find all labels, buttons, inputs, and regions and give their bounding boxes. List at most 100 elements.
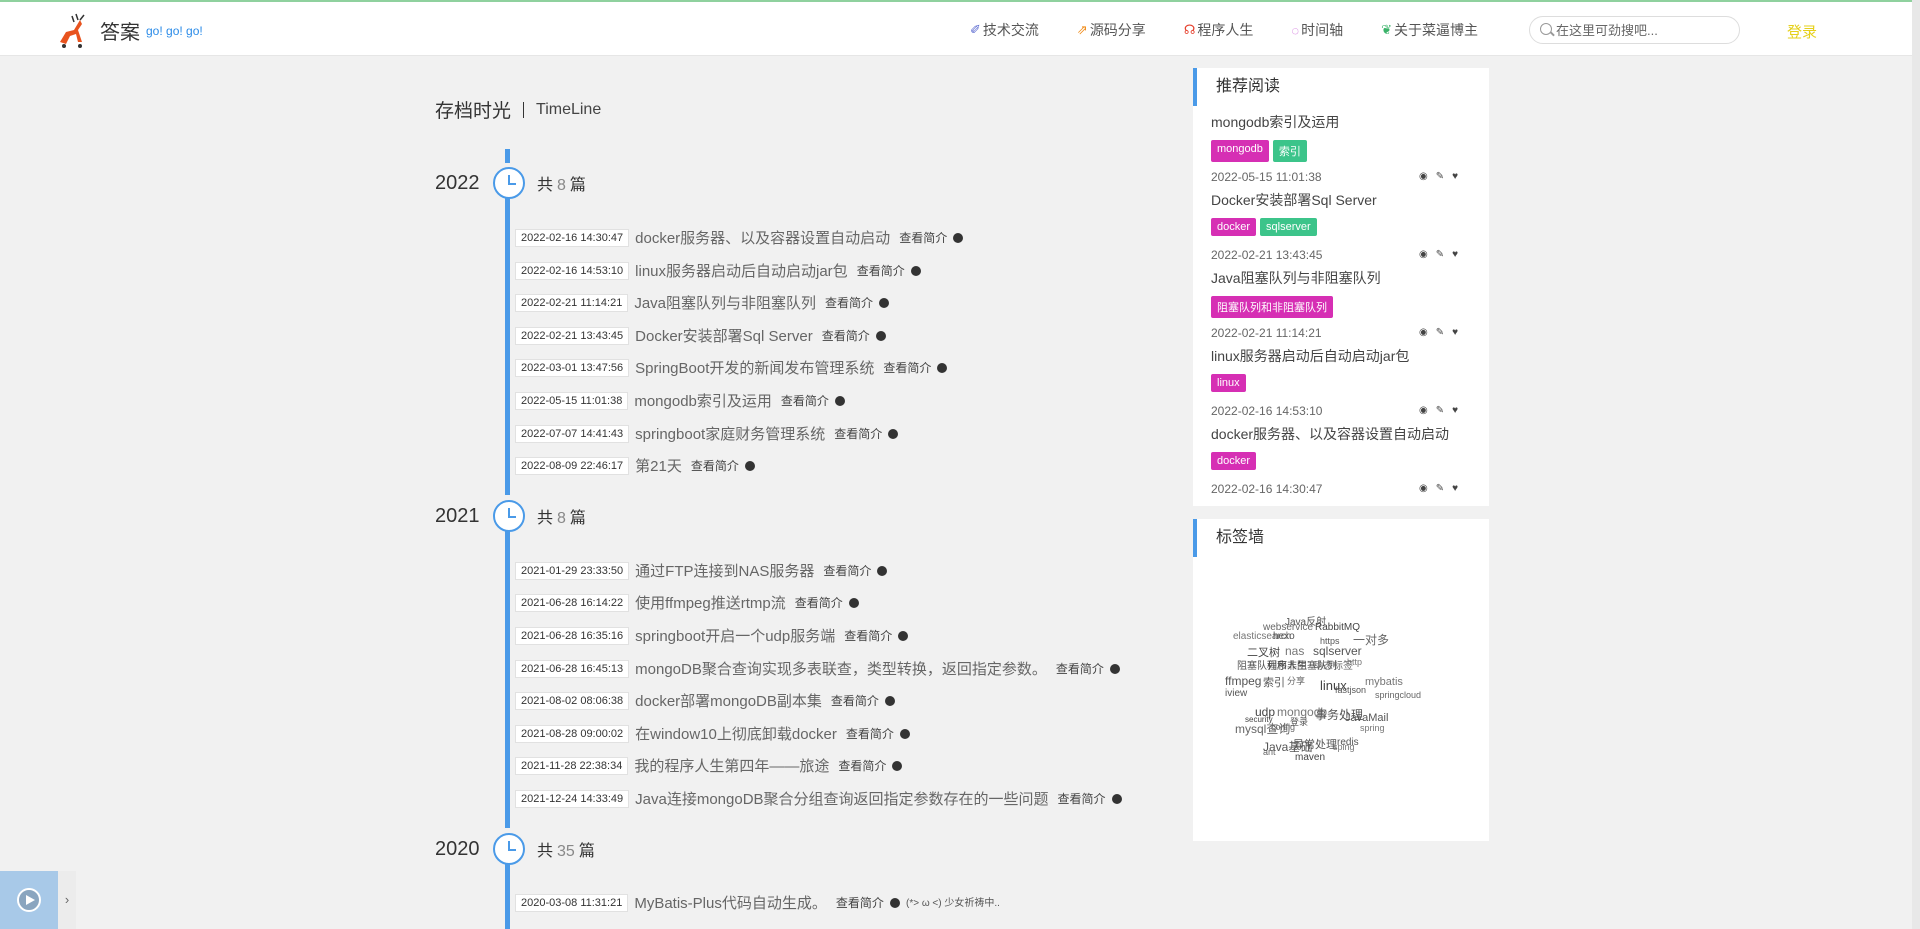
view-summary-link[interactable]: 查看简介 bbox=[834, 425, 882, 442]
view-summary-link[interactable]: 查看简介 bbox=[883, 359, 931, 376]
view-summary-link[interactable]: 查看简介 bbox=[844, 627, 892, 644]
tag[interactable]: docker bbox=[1211, 218, 1257, 236]
post-title-link[interactable]: SpringBoot开发的新闻发布管理系统 bbox=[635, 357, 874, 378]
nav-item-about[interactable]: ❦ 关于菜逼博主 bbox=[1381, 20, 1478, 40]
eye-icon[interactable]: ◉ bbox=[1419, 171, 1428, 182]
expand-dot-icon[interactable] bbox=[910, 265, 921, 276]
tag[interactable]: linux bbox=[1211, 374, 1246, 392]
cloud-tag[interactable]: sqlserver bbox=[1313, 644, 1362, 658]
post-title-link[interactable]: mongoDB聚合查询实现多表联查，类型转换，返回指定参数。 bbox=[635, 658, 1047, 679]
cloud-tag[interactable]: maven bbox=[1295, 752, 1325, 763]
tag[interactable]: sqlserver bbox=[1260, 218, 1317, 236]
cloud-tag[interactable]: 程序人生 bbox=[1267, 657, 1307, 672]
view-summary-link[interactable]: 查看简介 bbox=[836, 894, 884, 911]
view-summary-link[interactable]: 查看简介 bbox=[823, 562, 871, 579]
view-summary-link[interactable]: 查看简介 bbox=[1058, 790, 1106, 807]
expand-dot-icon[interactable] bbox=[888, 428, 899, 439]
heart-icon[interactable]: ♥ bbox=[1452, 327, 1458, 338]
post-title-link[interactable]: Java连接mongoDB聚合分组查询返回指定参数存在的一些问题 bbox=[635, 788, 1048, 809]
expand-dot-icon[interactable] bbox=[1109, 663, 1120, 674]
scrollbar[interactable] bbox=[1912, 0, 1920, 929]
post-title-link[interactable]: docker部署mongoDB副本集 bbox=[635, 690, 822, 711]
cloud-tag[interactable]: ffmpeg bbox=[1225, 674, 1261, 688]
recommend-item-title[interactable]: Java阻塞队列与非阻塞队列 bbox=[1211, 268, 1481, 288]
expand-dot-icon[interactable] bbox=[744, 460, 755, 471]
search-input[interactable] bbox=[1556, 20, 1731, 40]
eye-icon[interactable]: ◉ bbox=[1419, 249, 1428, 260]
cloud-tag[interactable]: iview bbox=[1225, 688, 1247, 699]
nav-item-life[interactable]: ☊ 程序人生 bbox=[1184, 20, 1254, 40]
cloud-tag[interactable]: ant bbox=[1263, 747, 1276, 757]
view-summary-link[interactable]: 查看简介 bbox=[795, 594, 843, 611]
cloud-tag[interactable]: 分享 bbox=[1287, 674, 1305, 687]
login-link[interactable]: 登录 bbox=[1787, 21, 1817, 42]
tag[interactable]: 索引 bbox=[1272, 140, 1307, 162]
cloud-tag[interactable]: 异常处理 bbox=[1293, 736, 1337, 752]
post-title-link[interactable]: linux服务器启动后自动启动jar包 bbox=[635, 260, 848, 281]
heart-icon[interactable]: ♥ bbox=[1452, 483, 1458, 494]
expand-dot-icon[interactable] bbox=[937, 362, 948, 373]
post-title-link[interactable]: 我的程序人生第四年——旅途 bbox=[634, 755, 829, 776]
cloud-tag[interactable]: mybatis bbox=[1365, 676, 1403, 688]
nav-item-timeline[interactable]: ◌ 时间轴 bbox=[1291, 20, 1343, 40]
cloud-tag[interactable]: springcloud bbox=[1375, 690, 1421, 700]
post-title-link[interactable]: springboot家庭财务管理系统 bbox=[635, 423, 825, 444]
post-title-link[interactable]: 第21天 bbox=[635, 455, 682, 476]
deer-logo-icon[interactable] bbox=[52, 12, 90, 50]
play-icon[interactable] bbox=[17, 888, 41, 912]
post-title-link[interactable]: springboot开启一个udp服务端 bbox=[635, 625, 835, 646]
cloud-tag[interactable]: nas bbox=[1285, 644, 1304, 658]
edit-icon[interactable]: ✎ bbox=[1436, 483, 1444, 494]
eye-icon[interactable]: ◉ bbox=[1419, 327, 1428, 338]
recommend-item-title[interactable]: docker服务器、以及容器设置自动启动 bbox=[1211, 424, 1481, 444]
heart-icon[interactable]: ♥ bbox=[1452, 171, 1458, 182]
expand-dot-icon[interactable] bbox=[877, 565, 888, 576]
recommend-item-title[interactable]: mongodb索引及运用 bbox=[1211, 112, 1481, 132]
expand-dot-icon[interactable] bbox=[953, 232, 964, 243]
cloud-tag[interactable]: http bbox=[1347, 657, 1362, 667]
post-title-link[interactable]: 在window10上彻底卸载docker bbox=[635, 723, 837, 744]
heart-icon[interactable]: ♥ bbox=[1452, 405, 1458, 416]
expand-dot-icon[interactable] bbox=[892, 760, 903, 771]
cloud-tag[interactable]: fastjson bbox=[1335, 685, 1366, 695]
search-icon[interactable] bbox=[1540, 23, 1552, 35]
post-title-link[interactable]: Docker安装部署Sql Server bbox=[635, 325, 813, 346]
post-title-link[interactable]: mongodb索引及运用 bbox=[634, 390, 772, 411]
cloud-tag[interactable]: hexo bbox=[1273, 631, 1295, 642]
eye-icon[interactable]: ◉ bbox=[1419, 405, 1428, 416]
post-title-link[interactable]: 通过FTP连接到NAS服务器 bbox=[635, 560, 814, 581]
edit-icon[interactable]: ✎ bbox=[1436, 249, 1444, 260]
tag[interactable]: mongodb bbox=[1211, 140, 1269, 162]
edit-icon[interactable]: ✎ bbox=[1436, 171, 1444, 182]
expand-dot-icon[interactable] bbox=[879, 297, 890, 308]
expand-dot-icon[interactable] bbox=[834, 395, 845, 406]
view-summary-link[interactable]: 查看简介 bbox=[781, 392, 829, 409]
eye-icon[interactable]: ◉ bbox=[1419, 483, 1428, 494]
view-summary-link[interactable]: 查看简介 bbox=[846, 725, 894, 742]
expand-dot-icon[interactable] bbox=[875, 330, 886, 341]
brand-name[interactable]: 答案 bbox=[100, 16, 140, 45]
edit-icon[interactable]: ✎ bbox=[1436, 327, 1444, 338]
view-summary-link[interactable]: 查看简介 bbox=[1056, 660, 1104, 677]
view-summary-link[interactable]: 查看简介 bbox=[899, 229, 947, 246]
cloud-tag[interactable]: 索引 bbox=[1263, 674, 1285, 690]
nav-item-source[interactable]: ⇗ 源码分享 bbox=[1077, 20, 1146, 40]
post-title-link[interactable]: docker服务器、以及容器设置自动启动 bbox=[635, 227, 890, 248]
expand-dot-icon[interactable] bbox=[884, 695, 895, 706]
expand-dot-icon[interactable] bbox=[898, 630, 909, 641]
recommend-item-title[interactable]: linux服务器启动后自动启动jar包 bbox=[1211, 346, 1481, 366]
view-summary-link[interactable]: 查看简介 bbox=[691, 457, 739, 474]
player-toggle-chevron-icon[interactable]: › bbox=[58, 871, 76, 929]
post-title-link[interactable]: MyBatis-Plus代码自动生成。 bbox=[634, 892, 827, 913]
view-summary-link[interactable]: 查看简介 bbox=[822, 327, 870, 344]
nav-item-tech[interactable]: ✐ 技术交流 bbox=[970, 20, 1039, 40]
expand-dot-icon[interactable] bbox=[899, 728, 910, 739]
expand-dot-icon[interactable] bbox=[1111, 793, 1122, 804]
heart-icon[interactable]: ♥ bbox=[1452, 249, 1458, 260]
expand-dot-icon[interactable] bbox=[889, 897, 900, 908]
expand-dot-icon[interactable] bbox=[848, 597, 859, 608]
view-summary-link[interactable]: 查看简介 bbox=[838, 757, 886, 774]
recommend-item-title[interactable]: Docker安装部署Sql Server bbox=[1211, 190, 1481, 210]
cloud-tag[interactable]: security bbox=[1245, 715, 1273, 724]
view-summary-link[interactable]: 查看简介 bbox=[831, 692, 879, 709]
